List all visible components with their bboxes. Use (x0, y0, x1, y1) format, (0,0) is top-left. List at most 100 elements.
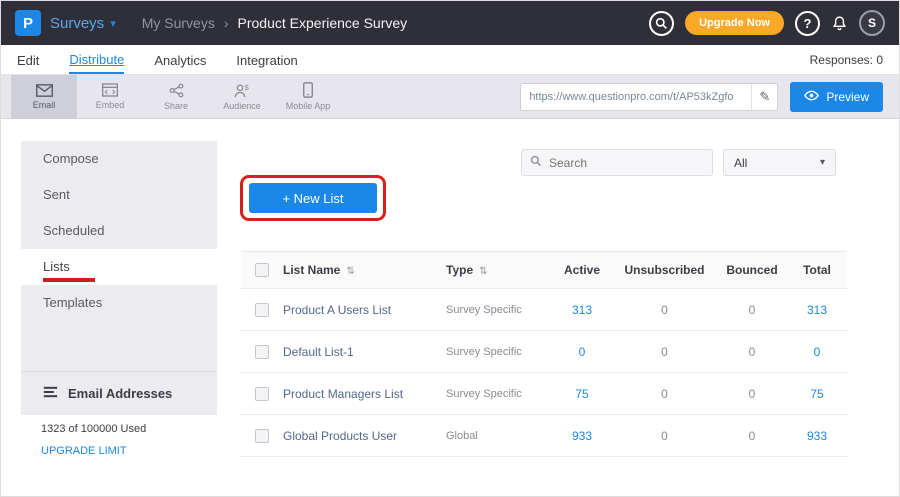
column-header-label: Type (446, 263, 473, 277)
bounced-count: 0 (717, 303, 787, 317)
list-name-link[interactable]: Product A Users List (283, 303, 446, 317)
table-row: Default List-1 Survey Specific 0 0 0 0 (241, 331, 847, 373)
list-type: Global (446, 430, 552, 442)
column-header-bounced: Bounced (717, 263, 787, 277)
app-logo[interactable]: P (15, 10, 41, 36)
toolbar-item-label: Audience (223, 101, 261, 111)
caret-down-icon: ▾ (820, 157, 825, 168)
toolbar-item-email[interactable]: Email (11, 75, 77, 119)
tab-integration[interactable]: Integration (236, 47, 297, 73)
sort-icon[interactable]: ⇅ (479, 266, 487, 277)
sidebar-item-scheduled[interactable]: Scheduled (21, 213, 217, 249)
email-addresses-header: Email Addresses (21, 371, 217, 415)
list-icon (43, 386, 58, 401)
annotation-underline (43, 278, 95, 282)
avatar[interactable]: S (859, 10, 885, 36)
mobile-icon (303, 82, 313, 98)
active-count-link[interactable]: 75 (552, 387, 612, 401)
magnifier-icon (530, 154, 542, 172)
toolbar-right: ✎ Preview (520, 82, 889, 112)
active-count-link[interactable]: 933 (552, 429, 612, 443)
column-header-active: Active (552, 263, 612, 277)
tab-edit[interactable]: Edit (17, 47, 39, 73)
svg-text:$: $ (245, 83, 249, 92)
email-icon (36, 84, 53, 97)
toolbar-item-embed[interactable]: Embed (77, 75, 143, 119)
sort-icon[interactable]: ⇅ (346, 266, 354, 277)
select-all-checkbox[interactable] (255, 263, 269, 277)
lists-table: List Name⇅ Type ⇅ Active Unsubscribed Bou… (241, 251, 847, 457)
total-count-link[interactable]: 75 (787, 387, 847, 401)
active-count-link[interactable]: 313 (552, 303, 612, 317)
tab-analytics[interactable]: Analytics (154, 47, 206, 73)
eye-icon (804, 90, 819, 104)
survey-url-box: ✎ (520, 83, 778, 111)
total-count-link[interactable]: 933 (787, 429, 847, 443)
tab-distribute[interactable]: Distribute (69, 46, 124, 74)
filter-value: All (734, 156, 747, 170)
toolbar-item-label: Mobile App (286, 101, 331, 111)
row-checkbox[interactable] (255, 387, 269, 401)
topbar: P Surveys ▾ My Surveys › Product Experie… (1, 1, 899, 45)
sidebar-item-sent[interactable]: Sent (21, 177, 217, 213)
search-icon[interactable] (649, 11, 674, 36)
content-area: Compose Sent Scheduled Lists Templates E… (1, 119, 899, 497)
breadcrumb-separator: › (224, 15, 229, 31)
column-header-type[interactable]: Type ⇅ (446, 263, 552, 277)
list-search-box (521, 149, 713, 176)
new-list-button[interactable]: + New List (249, 183, 377, 213)
product-switcher[interactable]: Surveys (50, 15, 104, 32)
chevron-down-icon[interactable]: ▾ (110, 17, 116, 30)
unsubscribed-count: 0 (612, 303, 717, 317)
list-name-link[interactable]: Default List-1 (283, 345, 446, 359)
nav-tabs: Edit Distribute Analytics Integration Re… (1, 45, 899, 75)
active-count-link[interactable]: 0 (552, 345, 612, 359)
total-count-link[interactable]: 313 (787, 303, 847, 317)
app-window: P Surveys ▾ My Surveys › Product Experie… (0, 0, 900, 497)
sidebar: Compose Sent Scheduled Lists Templates E… (21, 141, 217, 415)
bounced-count: 0 (717, 345, 787, 359)
pencil-icon[interactable]: ✎ (751, 84, 777, 110)
sidebar-item-compose[interactable]: Compose (21, 141, 217, 177)
list-type: Survey Specific (446, 388, 552, 400)
breadcrumb: My Surveys › Product Experience Survey (142, 15, 407, 31)
toolbar-item-audience[interactable]: $ Audience (209, 75, 275, 119)
table-row: Global Products User Global 933 0 0 933 (241, 415, 847, 457)
total-count-link[interactable]: 0 (787, 345, 847, 359)
filter-dropdown[interactable]: All ▾ (723, 149, 836, 176)
page-title: Product Experience Survey (238, 15, 408, 31)
toolbar-item-label: Share (164, 101, 188, 111)
preview-button[interactable]: Preview (790, 82, 883, 112)
embed-icon (102, 83, 118, 97)
breadcrumb-parent[interactable]: My Surveys (142, 15, 215, 31)
list-name-link[interactable]: Product Managers List (283, 387, 446, 401)
row-checkbox[interactable] (255, 303, 269, 317)
email-addresses-title: Email Addresses (68, 386, 172, 401)
help-icon[interactable]: ? (795, 11, 820, 36)
search-input[interactable] (549, 156, 704, 170)
bell-icon[interactable] (831, 15, 848, 32)
distribute-toolbar: Email Embed Share $ Audience Mobile App (1, 75, 899, 119)
sidebar-item-templates[interactable]: Templates (21, 285, 217, 321)
column-header-unsubscribed: Unsubscribed (612, 263, 717, 277)
usage-text: 1323 of 100000 Used (41, 423, 146, 435)
toolbar-item-share[interactable]: Share (143, 75, 209, 119)
unsubscribed-count: 0 (612, 429, 717, 443)
bounced-count: 0 (717, 387, 787, 401)
row-checkbox[interactable] (255, 345, 269, 359)
upgrade-limit-link[interactable]: UPGRADE LIMIT (41, 445, 127, 457)
unsubscribed-count: 0 (612, 345, 717, 359)
survey-url-input[interactable] (521, 91, 751, 103)
table-row: Product A Users List Survey Specific 313… (241, 289, 847, 331)
list-name-link[interactable]: Global Products User (283, 429, 446, 443)
toolbar-item-label: Embed (96, 100, 125, 110)
row-checkbox[interactable] (255, 429, 269, 443)
column-header-name[interactable]: List Name⇅ (283, 263, 446, 277)
list-type: Survey Specific (446, 304, 552, 316)
topbar-actions: Upgrade Now ? S (649, 10, 885, 36)
toolbar-item-mobile-app[interactable]: Mobile App (275, 75, 341, 119)
upgrade-now-button[interactable]: Upgrade Now (685, 11, 784, 35)
sidebar-item-lists[interactable]: Lists (21, 249, 217, 285)
share-icon (169, 83, 184, 98)
column-header-total: Total (787, 263, 847, 277)
